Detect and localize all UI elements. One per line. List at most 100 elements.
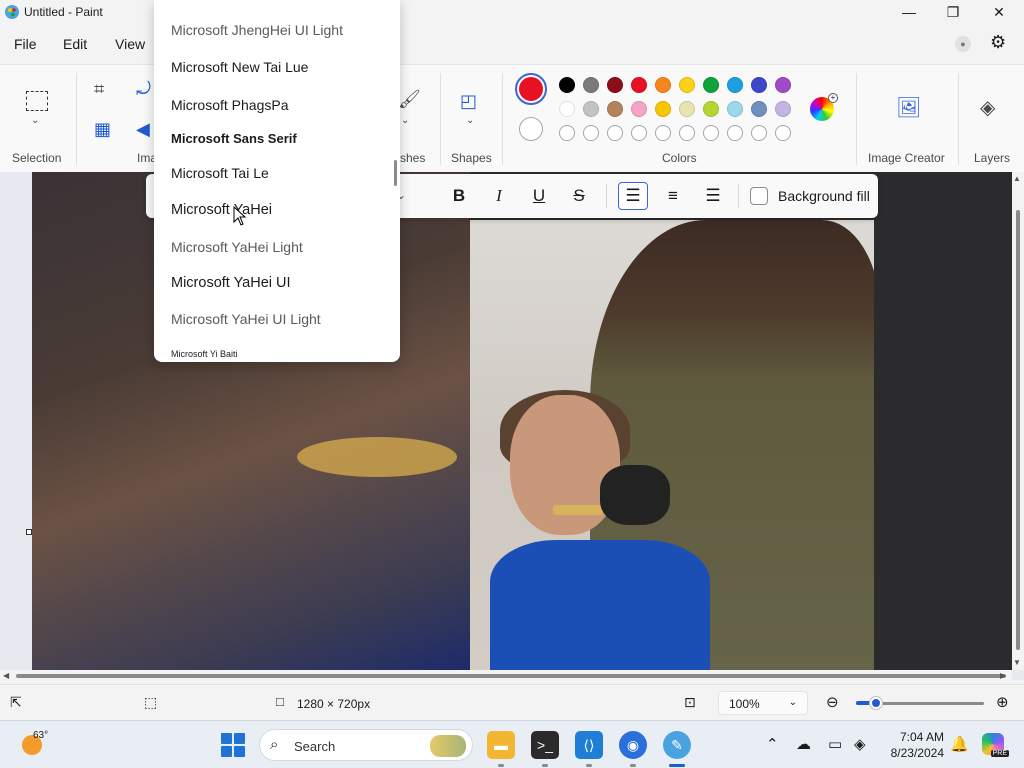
vscode-icon[interactable]: ⟨⟩ xyxy=(575,731,603,759)
strikethrough-button[interactable]: S xyxy=(564,182,594,210)
scroll-left-icon[interactable]: ◀ xyxy=(3,671,9,680)
fit-to-window-icon[interactable]: ⊡ xyxy=(684,694,696,711)
taskbar-search[interactable]: ⌕ Search xyxy=(259,729,473,761)
font-option[interactable]: Microsoft Yi Baiti xyxy=(171,349,238,359)
onedrive-cloud-icon[interactable]: ☁ xyxy=(796,735,811,753)
custom-color-slot[interactable] xyxy=(679,125,695,141)
vertical-scrollbar[interactable]: ▲ ▼ xyxy=(1012,172,1024,670)
color-swatch[interactable] xyxy=(751,77,767,93)
custom-color-slot[interactable] xyxy=(703,125,719,141)
custom-color-slot[interactable] xyxy=(775,125,791,141)
custom-color-slot[interactable] xyxy=(727,125,743,141)
align-center-button[interactable]: ≡ xyxy=(658,182,688,210)
primary-color-swatch[interactable] xyxy=(515,73,547,105)
vertical-scroll-thumb[interactable] xyxy=(1016,210,1020,650)
font-family-dropdown[interactable]: Microsoft JhengHei UI Light Microsoft Ne… xyxy=(154,0,400,362)
brushes-chevron-down-icon[interactable]: ⌄ xyxy=(401,115,409,126)
custom-color-slot[interactable] xyxy=(631,125,647,141)
font-option[interactable]: Microsoft New Tai Lue xyxy=(171,59,308,75)
align-left-button[interactable]: ☰ xyxy=(618,182,648,210)
dropdown-scrollbar[interactable] xyxy=(394,160,397,186)
edit-colors-icon[interactable]: + xyxy=(810,93,838,121)
crop-icon[interactable]: ⌗ xyxy=(94,79,104,100)
terminal-icon[interactable]: >_ xyxy=(531,731,559,759)
rectangle-selection-icon[interactable] xyxy=(26,91,48,111)
resize-icon[interactable]: ▦ xyxy=(94,119,111,140)
font-option[interactable]: Microsoft Sans Serif xyxy=(171,131,297,146)
font-option[interactable]: Microsoft JhengHei UI Light xyxy=(171,22,343,38)
background-fill-checkbox[interactable] xyxy=(750,187,768,205)
selection-chevron-down-icon[interactable]: ⌄ xyxy=(31,115,39,126)
start-windows-icon[interactable] xyxy=(221,733,245,757)
color-swatch[interactable] xyxy=(559,77,575,93)
font-option[interactable]: Microsoft YaHei UI xyxy=(171,275,291,291)
flip-icon[interactable]: ◀ xyxy=(136,119,150,140)
font-option[interactable]: Microsoft YaHei UI Light xyxy=(171,311,321,327)
chrome-browser-icon[interactable]: ◉ xyxy=(619,731,647,759)
zoom-slider-thumb[interactable] xyxy=(870,697,882,709)
layers-icon[interactable]: ◈ xyxy=(980,95,995,120)
file-explorer-icon[interactable]: ▬ xyxy=(487,731,515,759)
paint-taskbar-icon[interactable]: ✎ xyxy=(663,731,691,759)
color-swatch[interactable] xyxy=(655,101,671,117)
align-right-button[interactable]: ☰ xyxy=(698,182,728,210)
close-button[interactable]: ✕ xyxy=(976,0,1022,24)
minimize-button[interactable]: — xyxy=(886,0,932,24)
scroll-down-icon[interactable]: ▼ xyxy=(1013,658,1021,667)
color-swatch[interactable] xyxy=(559,101,575,117)
rotate-icon[interactable]: ⤾ xyxy=(136,79,151,100)
horizontal-scroll-thumb[interactable] xyxy=(16,674,1006,678)
color-swatch[interactable] xyxy=(775,77,791,93)
color-swatch[interactable] xyxy=(583,77,599,93)
secondary-color-swatch[interactable] xyxy=(519,117,543,141)
font-option[interactable]: Microsoft PhagsPa xyxy=(171,97,289,113)
color-swatch[interactable] xyxy=(607,77,623,93)
shapes-icon[interactable]: ◰ xyxy=(460,91,477,112)
italic-button[interactable]: I xyxy=(484,182,514,210)
image-creator-icon[interactable]: 🖼 xyxy=(896,95,921,120)
custom-color-slot[interactable] xyxy=(559,125,575,141)
font-option[interactable]: Microsoft YaHei Light xyxy=(171,239,303,255)
menu-edit[interactable]: Edit xyxy=(63,36,87,52)
custom-color-slot[interactable] xyxy=(583,125,599,141)
color-swatch[interactable] xyxy=(607,101,623,117)
zoom-select[interactable]: 100% ⌄ xyxy=(718,691,808,715)
custom-color-slot[interactable] xyxy=(607,125,623,141)
font-option[interactable]: Microsoft Tai Le xyxy=(171,165,269,181)
shapes-chevron-down-icon[interactable]: ⌄ xyxy=(466,115,474,126)
zoom-in-icon[interactable]: ⊕ xyxy=(996,693,1009,711)
zoom-out-icon[interactable]: ⊖ xyxy=(826,693,839,711)
custom-color-slot[interactable] xyxy=(655,125,671,141)
color-swatch[interactable] xyxy=(583,101,599,117)
font-option-hovered[interactable]: Microsoft YaHei xyxy=(171,202,272,218)
color-swatch[interactable] xyxy=(775,101,791,117)
copilot-icon[interactable]: PRE xyxy=(982,733,1009,757)
horizontal-scrollbar[interactable]: ◀ ▶ xyxy=(0,670,1012,682)
custom-color-slot[interactable] xyxy=(751,125,767,141)
settings-gear-icon[interactable]: ⚙ xyxy=(990,32,1006,53)
color-swatch[interactable] xyxy=(703,77,719,93)
network-icon[interactable]: ▭ xyxy=(828,735,842,753)
color-swatch[interactable] xyxy=(679,101,695,117)
bold-button[interactable]: B xyxy=(444,182,474,210)
color-swatch[interactable] xyxy=(679,77,695,93)
color-swatch[interactable] xyxy=(703,101,719,117)
color-swatch[interactable] xyxy=(631,101,647,117)
color-swatch[interactable] xyxy=(727,77,743,93)
maximize-button[interactable]: ❐ xyxy=(930,0,976,24)
color-swatch[interactable] xyxy=(727,101,743,117)
show-hidden-icons-chevron-up-icon[interactable]: ⌃ xyxy=(766,735,779,753)
underline-button[interactable]: U xyxy=(524,182,554,210)
menu-file[interactable]: File xyxy=(14,36,37,52)
notification-bell-icon[interactable]: 🔔 xyxy=(950,735,969,753)
brush-icon[interactable]: 🖌 xyxy=(398,89,421,110)
scroll-right-icon[interactable]: ▶ xyxy=(1000,671,1006,680)
volume-icon[interactable]: ◈ xyxy=(854,735,866,753)
system-clock[interactable]: 7:04 AM 8/23/2024 xyxy=(884,729,944,761)
scroll-up-icon[interactable]: ▲ xyxy=(1013,174,1021,183)
menu-view[interactable]: View xyxy=(115,36,145,52)
color-swatch[interactable] xyxy=(631,77,647,93)
canvas-resize-handle[interactable] xyxy=(26,529,32,535)
color-swatch[interactable] xyxy=(655,77,671,93)
profile-icon[interactable]: ● xyxy=(955,36,971,52)
